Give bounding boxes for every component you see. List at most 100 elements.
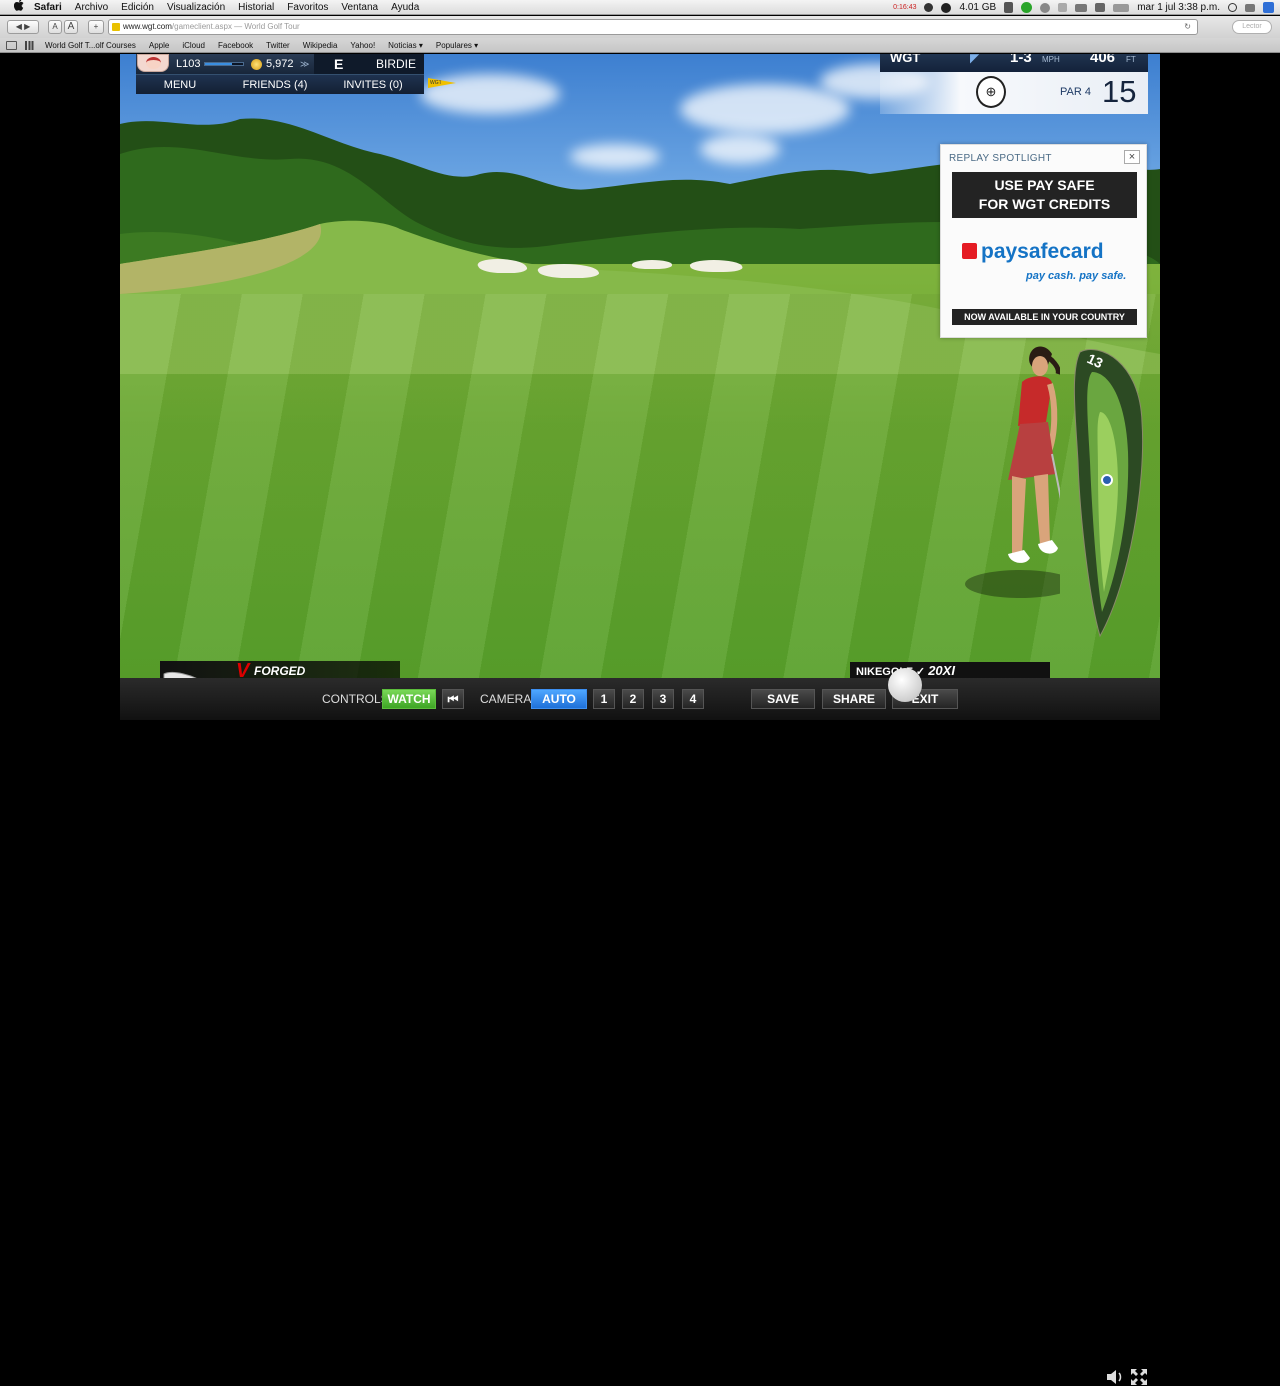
shot-result: BIRDIE [376,57,417,71]
invites-button[interactable]: INVITES (0) [326,75,420,95]
ad-headline-line1: USE PAY SAFE [994,177,1095,193]
notification-center-icon[interactable] [1245,3,1255,12]
url-path: /gameclient.aspx [171,22,232,31]
sound-icon[interactable] [1105,1368,1125,1386]
hole-info-panel: WGT ◤ 1-3 MPH 406 FT ⊕ PAR 4 15 [880,54,1148,114]
shot-controls-bar: CONTROLS WATCH ⏮ CAMERA AUTO 1 2 3 4 SAV… [120,678,1160,1385]
url-host: www.wgt.com [123,22,172,31]
camera-4-button[interactable]: 4 [682,689,704,709]
battery-icon[interactable] [1113,3,1130,12]
ad-close-button[interactable]: × [1124,150,1140,164]
score-to-par: E [334,56,344,72]
page-title: — World Golf Tour [234,22,300,31]
player-avatar[interactable] [137,54,169,72]
coin-arrow-icon[interactable]: ≫ [300,54,309,74]
add-bookmark-button[interactable]: + [88,20,104,34]
ad-headline[interactable]: USE PAY SAFE FOR WGT CREDITS [952,172,1137,218]
watch-button[interactable]: WATCH [382,689,436,709]
app-menu-safari[interactable]: Safari [34,2,62,13]
reading-list-icon[interactable] [6,40,17,50]
bunker [632,260,672,269]
clock-label[interactable]: mar 1 jul 3:38 p.m. [1137,2,1220,13]
top-sites-icon[interactable] [25,40,35,50]
camera-3-button[interactable]: 3 [652,689,674,709]
camera-label: CAMERA [480,692,532,706]
course-logo-icon: ⊕ [976,76,1006,108]
menu-button[interactable]: MENU [136,75,224,95]
menu-historial[interactable]: Historial [238,2,274,13]
paysafecard-logo[interactable]: paysafecard [962,240,1104,264]
app-tray-icon[interactable] [1263,2,1274,13]
back-icon[interactable]: ◀ [16,22,22,31]
ad-tagline: pay cash. pay safe. [1026,270,1127,282]
status-green-icon[interactable] [1021,2,1033,13]
hole-number: 15 [1102,74,1137,109]
bookmark-populares[interactable]: Populares ▾ [436,41,478,50]
volume-icon[interactable] [1095,3,1106,12]
ball-position-marker [1101,474,1113,486]
camera-1-button[interactable]: 1 [593,689,615,709]
wind-arrow-icon: ◤ [970,54,980,65]
apple-menu-icon[interactable] [12,0,26,16]
forged-v-mark: V [236,660,250,678]
disk-icon[interactable] [941,2,952,13]
bookmarks-bar: World Golf T...olf Courses Apple iCloud … [0,38,1280,53]
dropbox-icon[interactable] [924,3,934,12]
camera-auto-button[interactable]: AUTO [531,689,587,709]
spotlight-icon[interactable] [1228,3,1237,12]
text-larger-button[interactable]: A [64,20,78,34]
wgt-brand: WGT [890,54,921,65]
bookmark-apple[interactable]: Apple [149,41,169,50]
friends-button[interactable]: FRIENDS (4) [234,75,316,95]
address-bar[interactable]: www.wgt.com/gameclient.aspx — World Golf… [108,19,1198,35]
evernote-icon[interactable] [1004,2,1014,13]
distance-value: 406 [1090,54,1116,66]
bookmark-twitter[interactable]: Twitter [266,41,290,50]
bluetooth-icon[interactable] [1058,3,1068,12]
menu-visualizacion[interactable]: Visualización [167,2,225,13]
wind-distance-bar: WGT ◤ 1-3 MPH 406 FT [880,54,1148,72]
replay-spotlight-ad[interactable]: REPLAY SPOTLIGHT × USE PAY SAFE FOR WGT … [940,144,1147,338]
disk-free-label: 4.01 GB [959,2,997,13]
recording-timer[interactable]: 0:16:43 [893,4,916,11]
iron-club-icon[interactable] [162,666,208,678]
time-machine-icon[interactable] [1040,2,1051,13]
reader-button[interactable]: Lector [1232,20,1272,34]
menu-archivo[interactable]: Archivo [75,2,108,13]
mac-menu-bar: Safari Archivo Edición Visualización His… [0,0,1280,15]
player-hud: L103 5,972 ≫ E BIRDIE MENU FRIENDS (4) I… [136,54,424,94]
hole-minimap[interactable]: 13 [1070,342,1150,638]
forged-label: FORGED [254,664,306,678]
bookmark-world-golf[interactable]: World Golf T...olf Courses [45,41,136,50]
share-button[interactable]: SHARE [822,689,886,709]
reload-icon[interactable]: ↻ [1184,20,1191,34]
fullscreen-icon[interactable] [1130,1368,1148,1386]
ad-footer[interactable]: NOW AVAILABLE IN YOUR COUNTRY [952,309,1137,325]
nike-golf-ball-icon [888,668,922,702]
bookmark-wikipedia[interactable]: Wikipedia [303,41,338,50]
par-label: PAR 4 [1060,86,1091,98]
text-smaller-button[interactable]: A [48,20,62,34]
menu-favoritos[interactable]: Favoritos [287,2,328,13]
wind-speed: 1-3 [1010,54,1032,66]
controls-label[interactable]: CONTROLS [322,689,389,709]
game-viewport[interactable]: 13 L103 5,972 ≫ E BIRDIE MENU FRIENDS (4… [120,54,1160,678]
level-progress-bar [204,62,244,66]
bookmark-yahoo[interactable]: Yahoo! [350,41,375,50]
bookmark-icloud[interactable]: iCloud [182,41,205,50]
bookmark-facebook[interactable]: Facebook [218,41,253,50]
menu-edicion[interactable]: Edición [121,2,154,13]
hole-bar: ⊕ PAR 4 15 [880,72,1148,114]
save-button[interactable]: SAVE [751,689,815,709]
back-forward-buttons[interactable]: ◀ ▶ [7,20,39,34]
rewind-button[interactable]: ⏮ [442,689,464,709]
menu-ventana[interactable]: Ventana [341,2,378,13]
wifi-icon[interactable] [1075,3,1088,12]
menu-ayuda[interactable]: Ayuda [391,2,419,13]
coin-balance: 5,972 [266,58,294,70]
browser-toolbar: ◀ ▶ A A + www.wgt.com/gameclient.aspx — … [0,16,1280,38]
lock-icon [962,243,977,259]
bookmark-noticias[interactable]: Noticias ▾ [388,41,423,50]
forward-icon[interactable]: ▶ [24,22,30,31]
camera-2-button[interactable]: 2 [622,689,644,709]
